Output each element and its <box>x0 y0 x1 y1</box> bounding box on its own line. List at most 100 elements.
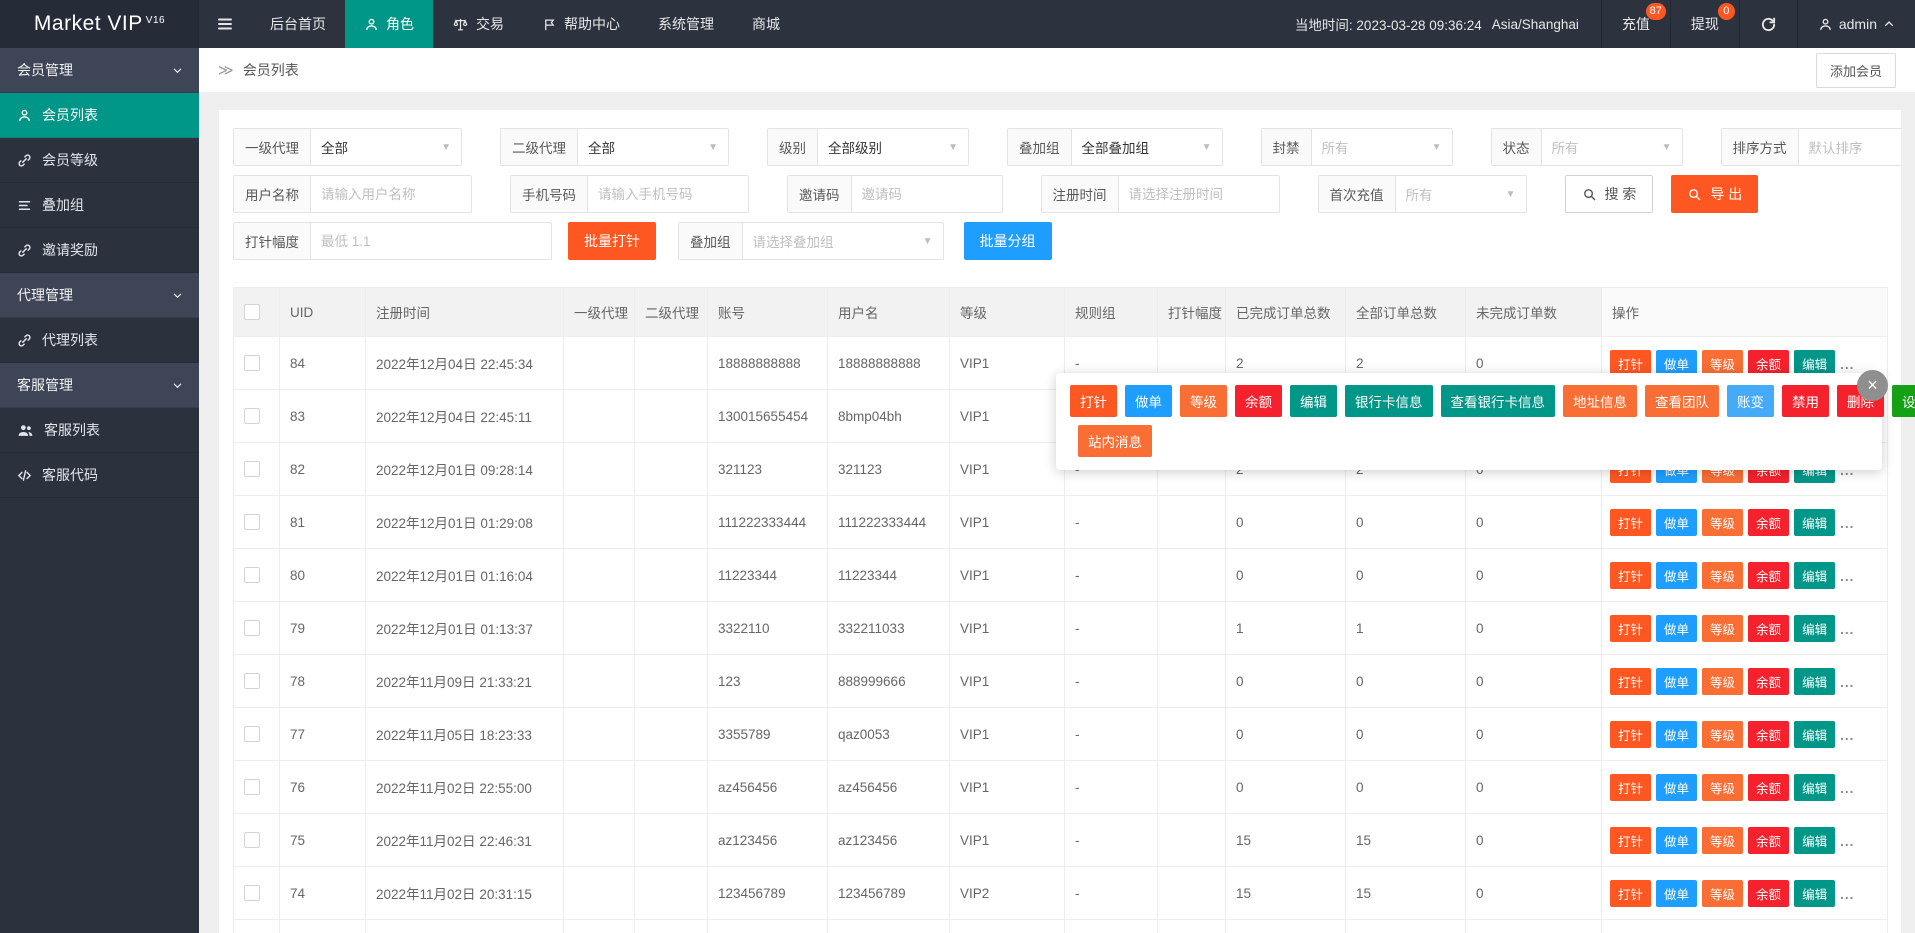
编辑-button[interactable]: 编辑 <box>1794 509 1835 536</box>
level-select[interactable]: 全部级别▼ <box>818 129 968 165</box>
menu-toggle-icon[interactable] <box>199 0 251 48</box>
search-button[interactable]: 搜 索 <box>1565 175 1654 213</box>
row-checkbox[interactable] <box>244 567 260 583</box>
row-checkbox[interactable] <box>244 620 260 636</box>
等级-button[interactable]: 等级 <box>1702 509 1743 536</box>
sidebar-group-agent-management[interactable]: 代理管理 <box>0 273 199 318</box>
register-time-input[interactable] <box>1119 176 1279 212</box>
做单-button[interactable]: 做单 <box>1656 562 1697 589</box>
做单-button[interactable]: 做单 <box>1656 615 1697 642</box>
level2-agent-select[interactable]: 全部▼ <box>578 129 728 165</box>
more-actions-button[interactable]: ... <box>1840 781 1854 796</box>
more-actions-button[interactable]: ... <box>1840 675 1854 690</box>
more-actions-button[interactable]: ... <box>1840 569 1854 584</box>
sidebar-item-member-level[interactable]: 会员等级 <box>0 138 199 183</box>
打针-button[interactable]: 打针 <box>1610 509 1651 536</box>
refresh-button[interactable] <box>1739 0 1797 48</box>
batch-group-button[interactable]: 批量分组 <box>964 222 1052 260</box>
打针-button[interactable]: 打针 <box>1610 827 1651 854</box>
余额-button[interactable]: 余额 <box>1748 668 1789 695</box>
more-actions-button[interactable]: ... <box>1840 622 1854 637</box>
row-checkbox[interactable] <box>244 673 260 689</box>
站内消息-button[interactable]: 站内消息 <box>1078 425 1152 457</box>
打针-button[interactable]: 打针 <box>1610 668 1651 695</box>
sidebar-item-agent-list[interactable]: 代理列表 <box>0 318 199 363</box>
withdraw-link[interactable]: 提现 0 <box>1670 0 1739 48</box>
batch-group-select[interactable]: 请选择叠加组 ▼ <box>743 223 943 259</box>
余额-button[interactable]: 余额 <box>1235 385 1282 417</box>
余额-button[interactable]: 余额 <box>1748 880 1789 907</box>
做单-button[interactable]: 做单 <box>1656 774 1697 801</box>
nav-item-mall[interactable]: 商城 <box>733 0 799 48</box>
等级-button[interactable]: 等级 <box>1702 668 1743 695</box>
sidebar-group-member-management[interactable]: 会员管理 <box>0 48 199 93</box>
select-all-checkbox[interactable] <box>244 304 260 320</box>
设为假人-button[interactable]: 设为假人 <box>1892 385 1915 417</box>
sidebar-item-invite-reward[interactable]: 邀请奖励 <box>0 228 199 273</box>
nav-item-home[interactable]: 后台首页 <box>251 0 345 48</box>
row-checkbox[interactable] <box>244 355 260 371</box>
row-checkbox[interactable] <box>244 779 260 795</box>
余额-button[interactable]: 余额 <box>1748 774 1789 801</box>
username-input[interactable] <box>311 176 471 212</box>
nav-item-trade[interactable]: 交易 <box>433 0 523 48</box>
row-checkbox[interactable] <box>244 514 260 530</box>
more-actions-button[interactable]: ... <box>1840 728 1854 743</box>
编辑-button[interactable]: 编辑 <box>1290 385 1337 417</box>
做单-button[interactable]: 做单 <box>1656 827 1697 854</box>
nav-item-system[interactable]: 系统管理 <box>639 0 733 48</box>
sort-select[interactable]: 默认排序▼ <box>1799 129 1902 165</box>
recharge-link[interactable]: 充值 87 <box>1601 0 1670 48</box>
sidebar-item-member-list[interactable]: 会员列表 <box>0 93 199 138</box>
row-checkbox[interactable] <box>244 726 260 742</box>
余额-button[interactable]: 余额 <box>1748 827 1789 854</box>
export-button[interactable]: 导 出 <box>1671 175 1758 213</box>
打针-button[interactable]: 打针 <box>1610 880 1651 907</box>
sidebar-item-service-code[interactable]: 客服代码 <box>0 453 199 498</box>
打针-button[interactable]: 打针 <box>1610 562 1651 589</box>
编辑-button[interactable]: 编辑 <box>1794 880 1835 907</box>
编辑-button[interactable]: 编辑 <box>1794 615 1835 642</box>
status-select[interactable]: 所有▼ <box>1542 129 1682 165</box>
inject-range-input[interactable] <box>311 223 551 259</box>
编辑-button[interactable]: 编辑 <box>1794 774 1835 801</box>
地址信息-button[interactable]: 地址信息 <box>1563 385 1637 417</box>
打针-button[interactable]: 打针 <box>1610 774 1651 801</box>
等级-button[interactable]: 等级 <box>1702 774 1743 801</box>
等级-button[interactable]: 等级 <box>1702 721 1743 748</box>
银行卡信息-button[interactable]: 银行卡信息 <box>1345 385 1433 417</box>
等级-button[interactable]: 等级 <box>1180 385 1227 417</box>
nav-item-role[interactable]: 角色 <box>345 0 433 48</box>
nav-item-help-center[interactable]: 帮助中心 <box>523 0 639 48</box>
做单-button[interactable]: 做单 <box>1656 668 1697 695</box>
余额-button[interactable]: 余额 <box>1748 721 1789 748</box>
close-icon[interactable]: × <box>1857 370 1888 401</box>
user-menu[interactable]: admin <box>1797 0 1915 48</box>
row-checkbox[interactable] <box>244 885 260 901</box>
做单-button[interactable]: 做单 <box>1656 721 1697 748</box>
more-actions-button[interactable]: ... <box>1840 887 1854 902</box>
stack-group-select[interactable]: 全部叠加组▼ <box>1072 129 1222 165</box>
phone-input[interactable] <box>588 176 748 212</box>
add-member-button[interactable]: 添加会员 <box>1816 53 1896 88</box>
余额-button[interactable]: 余额 <box>1748 615 1789 642</box>
batch-inject-button[interactable]: 批量打针 <box>568 222 656 260</box>
等级-button[interactable]: 等级 <box>1702 615 1743 642</box>
more-actions-button[interactable]: ... <box>1840 516 1854 531</box>
sidebar-item-service-list[interactable]: 客服列表 <box>0 408 199 453</box>
编辑-button[interactable]: 编辑 <box>1794 562 1835 589</box>
等级-button[interactable]: 等级 <box>1702 827 1743 854</box>
编辑-button[interactable]: 编辑 <box>1794 827 1835 854</box>
打针-button[interactable]: 打针 <box>1070 385 1117 417</box>
编辑-button[interactable]: 编辑 <box>1794 721 1835 748</box>
做单-button[interactable]: 做单 <box>1656 880 1697 907</box>
查看团队-button[interactable]: 查看团队 <box>1645 385 1719 417</box>
等级-button[interactable]: 等级 <box>1702 880 1743 907</box>
invite-code-input[interactable] <box>852 176 1002 212</box>
账变-button[interactable]: 账变 <box>1727 385 1774 417</box>
sidebar-item-stack-group[interactable]: 叠加组 <box>0 183 199 228</box>
做单-button[interactable]: 做单 <box>1656 509 1697 536</box>
ban-select[interactable]: 所有▼ <box>1312 129 1452 165</box>
row-checkbox[interactable] <box>244 408 260 424</box>
查看银行卡信息-button[interactable]: 查看银行卡信息 <box>1441 385 1556 417</box>
